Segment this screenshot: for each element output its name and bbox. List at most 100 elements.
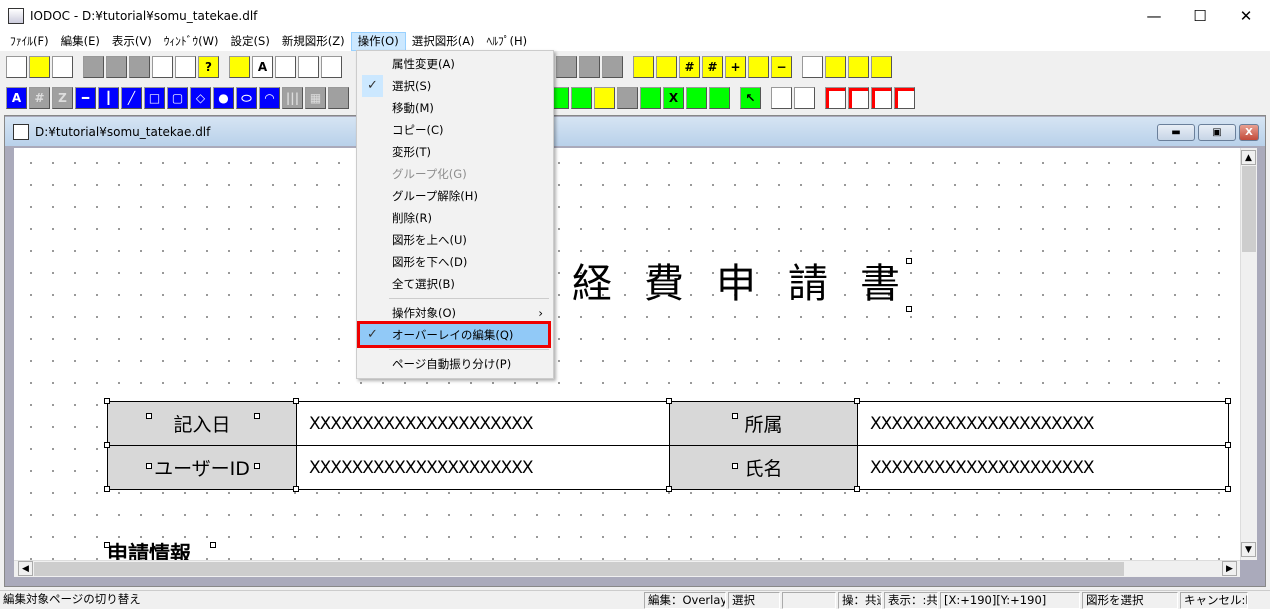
- number-tool-button[interactable]: #: [29, 87, 50, 109]
- dropdown-item-0[interactable]: 属性変更(A): [359, 53, 551, 75]
- menu-item-7[interactable]: 選択図形(A): [406, 32, 481, 51]
- document-title-text[interactable]: 経費申請書: [572, 260, 932, 308]
- red-layer4-button[interactable]: [894, 87, 915, 109]
- selection-handle[interactable]: [854, 398, 860, 404]
- open-folder-button[interactable]: [29, 56, 50, 78]
- red-layer3-button[interactable]: [871, 87, 892, 109]
- qr-tool-button[interactable]: ▦: [305, 87, 326, 109]
- child-close-button[interactable]: X: [1239, 124, 1259, 141]
- close-button[interactable]: ✕: [1223, 0, 1269, 32]
- selection-handle[interactable]: [293, 398, 299, 404]
- rect-tool-button[interactable]: □: [144, 87, 165, 109]
- link-button[interactable]: [771, 87, 792, 109]
- dropdown-item-3[interactable]: コピー(C): [359, 119, 551, 141]
- dropdown-item-5[interactable]: グループ化(G): [359, 163, 551, 185]
- layer1-button[interactable]: [802, 56, 823, 78]
- scroll-left-button[interactable]: ◀: [18, 561, 33, 576]
- selection-handle[interactable]: [1225, 486, 1231, 492]
- field-value[interactable]: XXXXXXXXXXXXXXXXXXXXX: [857, 401, 1229, 446]
- ellipse-tool-button[interactable]: ⬭: [236, 87, 257, 109]
- grid-black-button[interactable]: #: [679, 56, 700, 78]
- disabled-button[interactable]: [617, 87, 638, 109]
- image-tool-button[interactable]: [328, 87, 349, 109]
- scroll-up-button[interactable]: ▲: [1241, 150, 1256, 165]
- dropdown-item-9[interactable]: 図形を下へ(D): [359, 251, 551, 273]
- diamond-tool-button[interactable]: ◇: [190, 87, 211, 109]
- save-button[interactable]: [52, 56, 73, 78]
- menu-item-1[interactable]: 編集(E): [55, 32, 106, 51]
- diagonal-tool-button[interactable]: ╱: [121, 87, 142, 109]
- new-file-button[interactable]: [6, 56, 27, 78]
- dropdown-item-1[interactable]: ✓ 選択(S): [359, 75, 551, 97]
- front-button[interactable]: [686, 87, 707, 109]
- document-button[interactable]: [175, 56, 196, 78]
- selection-handle[interactable]: [210, 542, 216, 548]
- arc-tool-button[interactable]: ◠: [259, 87, 280, 109]
- link2-button[interactable]: [794, 87, 815, 109]
- menu-item-3[interactable]: ｳｨﾝﾄﾞｳ(W): [158, 32, 225, 51]
- vline-tool-button[interactable]: ┃: [98, 87, 119, 109]
- scroll-right-button[interactable]: ▶: [1222, 561, 1237, 576]
- scroll-thumb[interactable]: [1242, 166, 1256, 252]
- layer3-button[interactable]: [848, 56, 869, 78]
- field-value[interactable]: XXXXXXXXXXXXXXXXXXXXX: [296, 445, 670, 490]
- selection-handle[interactable]: [104, 486, 110, 492]
- selection-handle[interactable]: [732, 413, 738, 419]
- dropdown-item-10[interactable]: 全て選択(B): [359, 273, 551, 295]
- red-layer2-button[interactable]: [848, 87, 869, 109]
- selection-handle[interactable]: [104, 398, 110, 404]
- section-heading[interactable]: 申請情報: [107, 538, 191, 560]
- zip-tool-button[interactable]: Z: [52, 87, 73, 109]
- dropdown-item-13[interactable]: ✓ オーバーレイの編集(Q): [359, 324, 551, 346]
- menu-item-2[interactable]: 表示(V): [106, 32, 158, 51]
- grid-z-button[interactable]: [656, 56, 677, 78]
- menu-item-4[interactable]: 設定(S): [225, 32, 276, 51]
- selection-handle[interactable]: [666, 398, 672, 404]
- selection-handle[interactable]: [104, 442, 110, 448]
- minimize-button[interactable]: —: [1131, 0, 1177, 32]
- field-value[interactable]: XXXXXXXXXXXXXXXXXXXXX: [296, 401, 670, 446]
- selection-handle[interactable]: [254, 413, 260, 419]
- dropdown-item-8[interactable]: 図形を上へ(U): [359, 229, 551, 251]
- selection-handle[interactable]: [1225, 398, 1231, 404]
- field-label[interactable]: 所属: [669, 401, 858, 446]
- maximize-button[interactable]: ☐: [1177, 0, 1223, 32]
- field-value[interactable]: XXXXXXXXXXXXXXXXXXXXX: [857, 445, 1229, 490]
- page-window-button[interactable]: [298, 56, 319, 78]
- list-window-button[interactable]: [321, 56, 342, 78]
- selection-handle[interactable]: [254, 463, 260, 469]
- dropdown-item-6[interactable]: グループ解除(H): [359, 185, 551, 207]
- circle-tool-button[interactable]: ●: [213, 87, 234, 109]
- align-button[interactable]: [556, 56, 577, 78]
- selection-handle[interactable]: [146, 413, 152, 419]
- back-button[interactable]: [709, 87, 730, 109]
- barcode-tool-button[interactable]: |||: [282, 87, 303, 109]
- grid-number-button[interactable]: [633, 56, 654, 78]
- grid-yellow-button[interactable]: #: [702, 56, 723, 78]
- page-button[interactable]: [748, 56, 769, 78]
- dropdown-item-7[interactable]: 削除(R): [359, 207, 551, 229]
- selection-handle[interactable]: [1225, 442, 1231, 448]
- round-rect-tool-button[interactable]: ▢: [167, 87, 188, 109]
- selection-handle[interactable]: [146, 463, 152, 469]
- copy-page-button[interactable]: [152, 56, 173, 78]
- menu-item-5[interactable]: 新規図形(Z): [276, 32, 351, 51]
- menu-item-0[interactable]: ﾌｧｲﾙ(F): [4, 32, 55, 51]
- dropdown-item-15[interactable]: ページ自動振り分け(P): [359, 353, 551, 375]
- copy-button[interactable]: [83, 56, 104, 78]
- shape-window-button[interactable]: [229, 56, 250, 78]
- selection-handle[interactable]: [854, 486, 860, 492]
- menu-item-6[interactable]: 操作(O): [350, 32, 406, 51]
- dropdown-item-12[interactable]: 操作対象(O) ›: [359, 302, 551, 324]
- design-canvas[interactable]: 経費申請書 申請情報 記入日 XXXXXXXXXXXXXXXXXXXXX 所属 XXX…: [14, 148, 1240, 560]
- vertical-scrollbar[interactable]: ▲ ▼: [1240, 148, 1257, 560]
- paste-button[interactable]: [106, 56, 127, 78]
- pointer-button[interactable]: ↖: [740, 87, 761, 109]
- arrange-button[interactable]: [602, 56, 623, 78]
- menu-item-8[interactable]: ﾍﾙﾌﾟ(H): [481, 32, 534, 51]
- selection-handle[interactable]: [732, 463, 738, 469]
- scroll-down-button[interactable]: ▼: [1241, 542, 1256, 557]
- hline-tool-button[interactable]: ━: [75, 87, 96, 109]
- field-label[interactable]: 記入日: [107, 401, 297, 446]
- dropdown-item-4[interactable]: 変形(T): [359, 141, 551, 163]
